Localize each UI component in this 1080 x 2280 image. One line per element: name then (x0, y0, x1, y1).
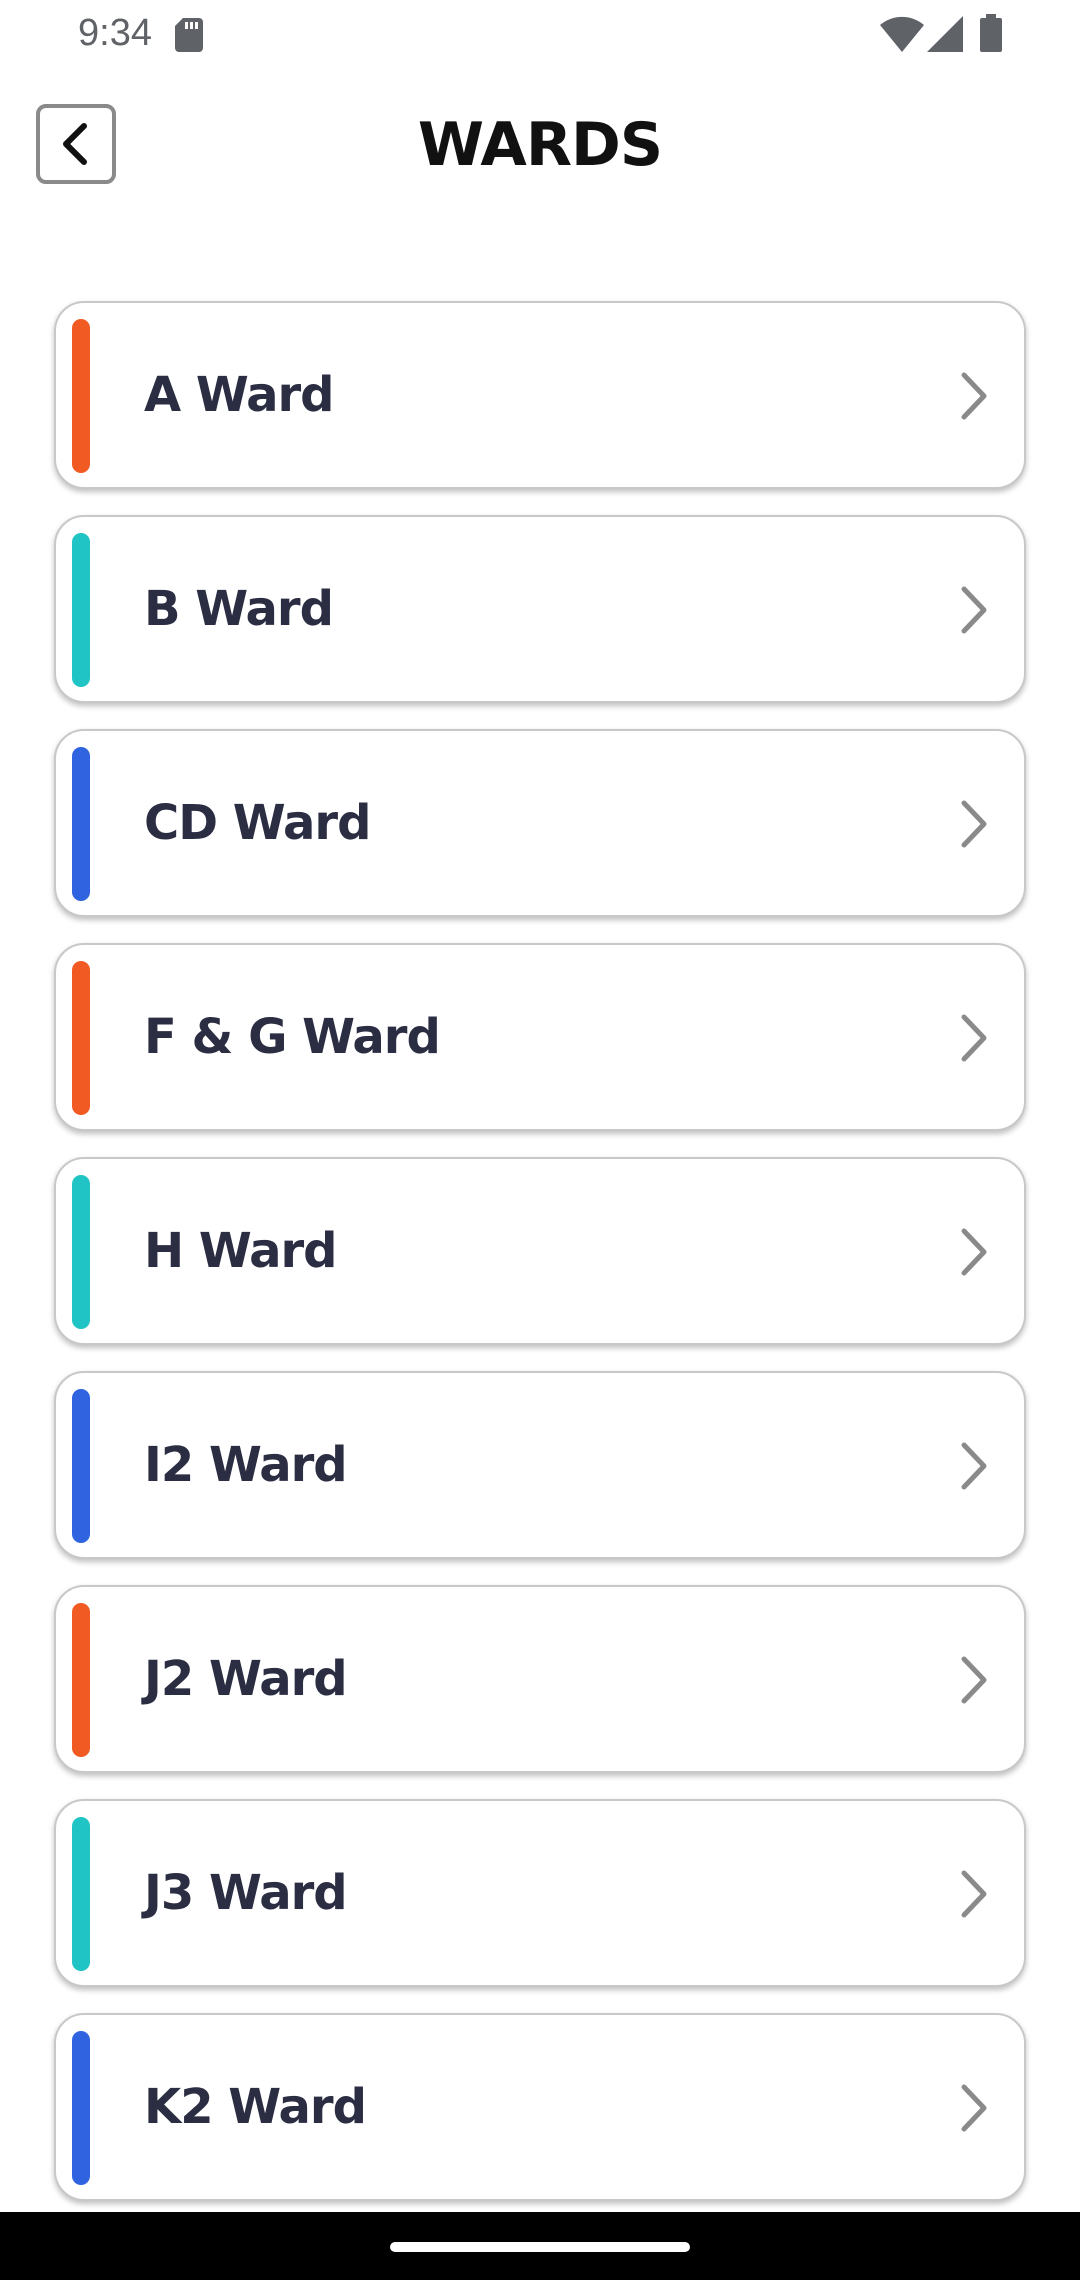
ward-accent-bar (72, 961, 90, 1115)
home-indicator[interactable] (390, 2242, 690, 2252)
ward-item-i2[interactable]: I2 Ward (54, 1371, 1026, 1559)
ward-accent-bar (72, 1603, 90, 1757)
ward-item-cd[interactable]: CD Ward (54, 729, 1026, 917)
chevron-right-icon (961, 1656, 987, 1704)
ward-label: H Ward (144, 1223, 338, 1279)
chevron-right-icon (961, 2084, 987, 2132)
ward-accent-bar (72, 1389, 90, 1543)
ward-accent-bar (72, 747, 90, 901)
system-navigation-bar (0, 2212, 1080, 2280)
ward-list: A Ward B Ward CD Ward F & G Ward H Ward … (54, 301, 1026, 2227)
signal-icon (927, 16, 963, 52)
ward-accent-bar (72, 533, 90, 687)
ward-accent-bar (72, 1817, 90, 1971)
ward-item-b[interactable]: B Ward (54, 515, 1026, 703)
wifi-icon (880, 16, 924, 52)
chevron-right-icon (961, 1442, 987, 1490)
ward-item-fg[interactable]: F & G Ward (54, 943, 1026, 1131)
chevron-right-icon (961, 800, 987, 848)
ward-accent-bar (72, 1175, 90, 1329)
ward-label: B Ward (144, 581, 334, 637)
ward-item-h[interactable]: H Ward (54, 1157, 1026, 1345)
status-bar: 9:34 (0, 0, 1080, 68)
chevron-right-icon (961, 1014, 987, 1062)
ward-item-k2[interactable]: K2 Ward (54, 2013, 1026, 2201)
ward-label: F & G Ward (144, 1009, 441, 1065)
header: WARDS (0, 90, 1080, 200)
chevron-right-icon (961, 372, 987, 420)
ward-label: K2 Ward (144, 2079, 367, 2135)
ward-label: J2 Ward (144, 1651, 348, 1707)
status-time: 9:34 (78, 12, 152, 54)
ward-label: A Ward (144, 367, 335, 423)
ward-item-a[interactable]: A Ward (54, 301, 1026, 489)
ward-accent-bar (72, 319, 90, 473)
chevron-right-icon (961, 1228, 987, 1276)
ward-item-j2[interactable]: J2 Ward (54, 1585, 1026, 1773)
ward-label: CD Ward (144, 795, 371, 851)
ward-label: I2 Ward (144, 1437, 348, 1493)
chevron-right-icon (961, 586, 987, 634)
battery-icon (980, 14, 1002, 52)
ward-item-j3[interactable]: J3 Ward (54, 1799, 1026, 1987)
page-title: WARDS (417, 110, 663, 180)
sd-card-icon (175, 18, 203, 52)
ward-label: J3 Ward (144, 1865, 348, 1921)
ward-accent-bar (72, 2031, 90, 2185)
chevron-right-icon (961, 1870, 987, 1918)
